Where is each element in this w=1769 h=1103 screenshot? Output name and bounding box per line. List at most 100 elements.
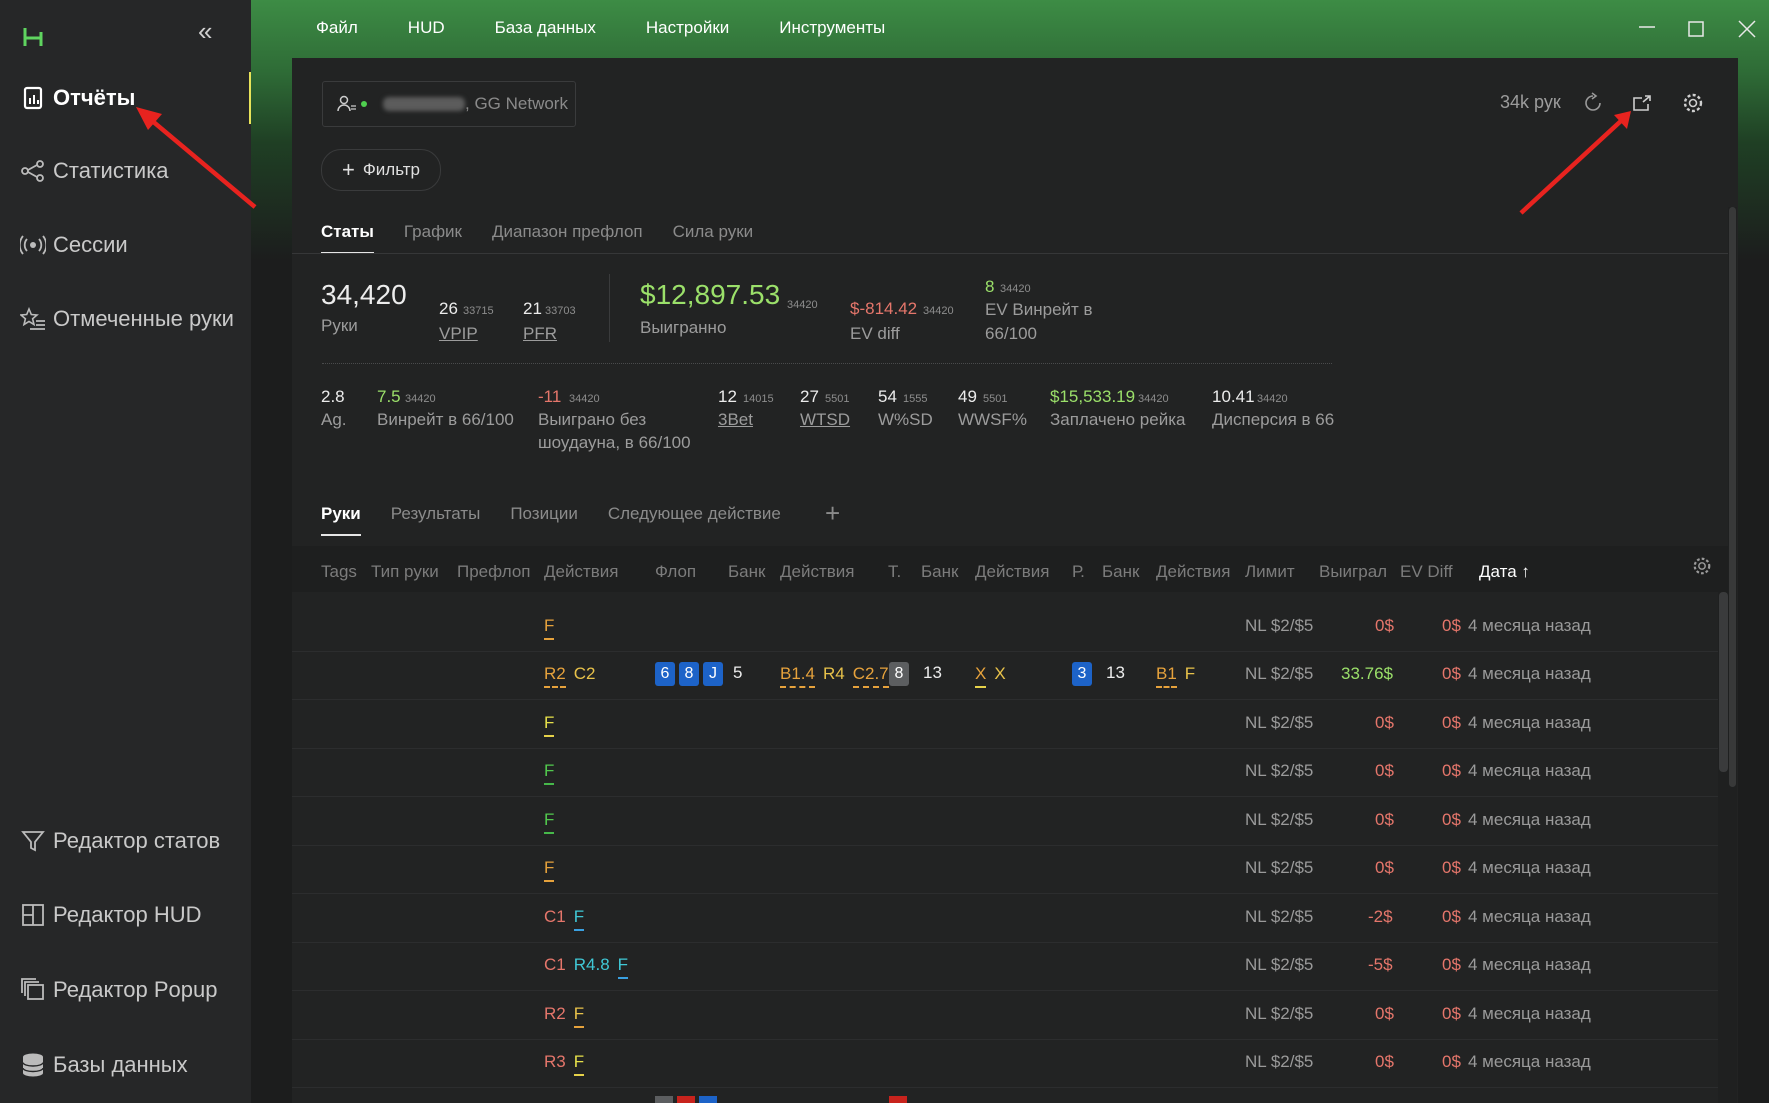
col-tags[interactable]: Tags <box>321 562 357 582</box>
sidebar-item-popup-editor[interactable]: Редактор Popup <box>0 962 251 1018</box>
col-flop-pot[interactable]: Банк <box>728 562 765 582</box>
col-flop-actions[interactable]: Действия <box>780 562 854 582</box>
collapse-sidebar-button[interactable]: « <box>198 16 212 47</box>
flop-pot: 5 <box>733 663 743 682</box>
table-row[interactable]: R2 C2 68J5 B1.4 R4 C2.7 8 13 XX 3 13 B1 F NL $… <box>292 651 1718 700</box>
col-limit[interactable]: Лимит <box>1245 562 1295 582</box>
cell-ev: 0$ <box>1442 1004 1461 1023</box>
action-chip: C2 <box>573 664 596 683</box>
sidebar-item-sessions[interactable]: Сессии <box>0 217 251 273</box>
table-row[interactable]: F NL $2/$5 0$ 0$ 4 месяца назад <box>292 845 1718 894</box>
tab-positions[interactable]: Позиции <box>510 504 578 536</box>
stat-variance-label: Дисперсия в 66 <box>1212 410 1335 429</box>
cell-limit: NL $2/$5 <box>1245 907 1314 926</box>
sidebar-item-stat-editor[interactable]: Редактор статов <box>0 813 251 869</box>
action-chip: X <box>994 664 1006 683</box>
close-icon[interactable] <box>1738 20 1756 38</box>
sidebar-item-hud-editor[interactable]: Редактор HUD <box>0 887 251 943</box>
stat-rake-label: Заплачено рейка <box>1050 410 1186 429</box>
stat-hands-label: Руки <box>321 316 358 335</box>
action-chip: F <box>544 616 555 640</box>
app-logo-icon <box>23 28 43 46</box>
cell-ev: 0$ <box>1442 810 1461 829</box>
stat-vpip-label[interactable]: VPIP <box>439 322 478 345</box>
col-won[interactable]: Выиграл <box>1319 562 1387 582</box>
action-chip: F <box>544 810 555 834</box>
table-row[interactable]: R2 F NL $2/$5 0$ 0$ 4 месяца назад <box>292 991 1718 1040</box>
menu-bar: Файл HUD База данных Настройки Инструмен… <box>316 18 935 38</box>
menu-file[interactable]: Файл <box>316 18 358 38</box>
filter-icon <box>19 827 47 855</box>
cell-date: 4 месяца назад <box>1468 810 1591 829</box>
table-row[interactable]: C1 F NL $2/$5 -2$ 0$ 4 месяца назад <box>292 894 1718 943</box>
col-date[interactable]: Дата ↑ <box>1479 562 1530 582</box>
cell-date: 4 месяца назад <box>1468 713 1591 732</box>
stat-wtsd-label[interactable]: WTSD <box>800 408 850 431</box>
tab-hand-strength[interactable]: Сила руки <box>673 222 754 254</box>
menu-tools[interactable]: Инструменты <box>779 18 885 38</box>
stat-evdiff-label: EV diff <box>850 324 900 343</box>
maximize-icon[interactable] <box>1688 21 1704 37</box>
table-header: Tags Тип руки Префлоп Действия Флоп Банк… <box>292 546 1728 592</box>
menu-settings[interactable]: Настройки <box>646 18 729 38</box>
col-preflop-actions[interactable]: Действия <box>544 562 618 582</box>
tab-next-action[interactable]: Следующее действие <box>608 504 781 536</box>
settings-gear-icon[interactable] <box>1682 92 1704 114</box>
cell-won: 0$ <box>1375 713 1394 732</box>
tab-graph[interactable]: График <box>404 222 462 254</box>
panel-scrollbar-thumb[interactable] <box>1729 207 1736 787</box>
table-row[interactable]: F NL $2/$5 0$ 0$ 4 месяца назад <box>292 700 1718 749</box>
report-tabs: Статы График Диапазон префлоп Сила руки <box>321 222 783 254</box>
col-river-pot[interactable]: Банк <box>1102 562 1139 582</box>
cell-won: -2$ <box>1368 907 1393 926</box>
col-turn-pot[interactable]: Банк <box>921 562 958 582</box>
col-river[interactable]: Р. <box>1072 562 1085 582</box>
tab-results[interactable]: Результаты <box>391 504 481 536</box>
share-icon <box>19 157 47 185</box>
stat-won-label: Выигранно <box>640 318 727 337</box>
stat-evwinrate-label: EV Винрейт в <box>985 300 1093 319</box>
cell-date: 4 месяца назад <box>1468 1004 1591 1023</box>
menu-hud[interactable]: HUD <box>408 18 445 38</box>
col-turn-actions[interactable]: Действия <box>975 562 1049 582</box>
col-flop[interactable]: Флоп <box>655 562 696 582</box>
stat-3bet-label[interactable]: 3Bet <box>718 408 753 431</box>
cell-limit: NL $2/$5 <box>1245 664 1314 683</box>
stack-icon <box>19 976 47 1004</box>
tab-stats[interactable]: Статы <box>321 222 374 254</box>
cell-limit: NL $2/$5 <box>1245 1004 1314 1023</box>
menu-database[interactable]: База данных <box>495 18 596 38</box>
sidebar-item-label: Сессии <box>53 232 128 257</box>
table-settings-gear-icon[interactable] <box>1692 556 1712 576</box>
table-scrollbar-thumb[interactable] <box>1719 592 1728 772</box>
filter-label: Фильтр <box>362 160 420 179</box>
annotation-arrow-export <box>1519 111 1631 215</box>
col-hand-type[interactable]: Тип руки <box>371 562 439 582</box>
table-row[interactable]: R3 F NL $2/$5 0$ 0$ 4 месяца назад <box>292 1039 1718 1088</box>
table-row[interactable]: F NL $2/$5 0$ 0$ 4 месяца назад <box>292 748 1718 797</box>
add-tab-button[interactable]: + <box>825 498 840 529</box>
sidebar-item-marked-hands[interactable]: Отмеченные руки <box>0 291 251 347</box>
table-row[interactable]: F NL $2/$5 0$ 0$ 4 месяца назад <box>292 797 1718 846</box>
account-selector[interactable]: , GG Network <box>322 81 576 127</box>
cell-limit: NL $2/$5 <box>1245 761 1314 780</box>
minimize-icon[interactable] <box>1638 22 1656 32</box>
cell-limit: NL $2/$5 <box>1245 713 1314 732</box>
col-river-actions[interactable]: Действия <box>1156 562 1230 582</box>
tab-preflop-range[interactable]: Диапазон префлоп <box>492 222 643 254</box>
card: 3 <box>1072 662 1092 686</box>
col-turn[interactable]: Т. <box>888 562 901 582</box>
stat-wwsf-value: 49 <box>958 387 977 406</box>
sidebar-item-databases[interactable]: Базы данных <box>0 1037 251 1093</box>
cell-limit: NL $2/$5 <box>1245 955 1314 974</box>
table-row[interactable]: C1 R4.8 F NL $2/$5 -5$ 0$ 4 месяца назад <box>292 942 1718 991</box>
tab-hands[interactable]: Руки <box>321 504 361 536</box>
action-chip: F <box>544 761 555 785</box>
table-row[interactable]: F NL $2/$5 0$ 0$ 4 месяца назад <box>292 603 1718 652</box>
stat-3bet-value: 12 <box>718 387 737 406</box>
col-ev-diff[interactable]: EV Diff <box>1400 562 1453 582</box>
col-preflop[interactable]: Префлоп <box>457 562 531 582</box>
stat-pfr-label[interactable]: PFR <box>523 322 557 345</box>
hand-tabs: Руки Результаты Позиции Следующее действ… <box>321 504 811 536</box>
add-filter-button[interactable]: + Фильтр <box>321 149 441 191</box>
